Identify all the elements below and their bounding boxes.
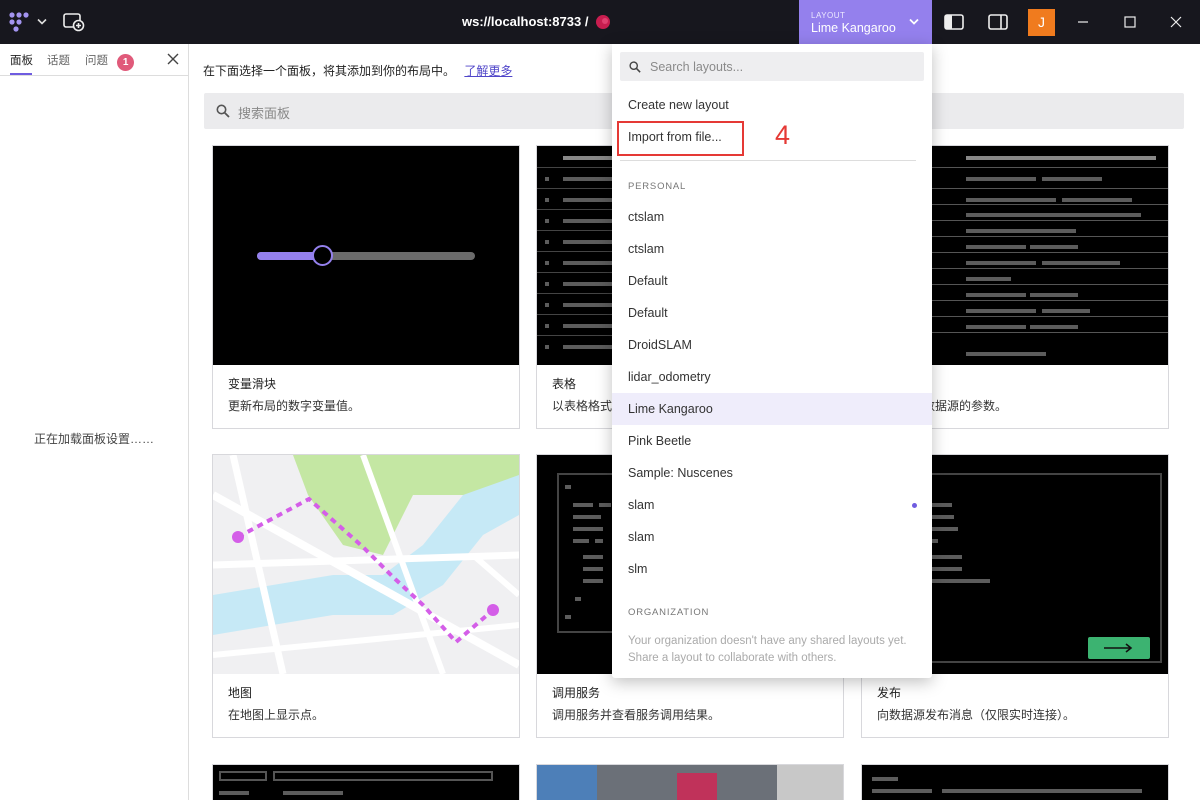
layout-label: LAYOUT <box>811 11 846 20</box>
card-thumbnail <box>213 455 519 674</box>
layout-item[interactable]: slam <box>612 521 932 553</box>
sidebar-tab-label: 面板 <box>10 55 33 67</box>
connection-url[interactable]: ws://localhost:8733 / <box>462 14 588 29</box>
menu-divider <box>620 160 916 161</box>
sidebar-tab-panels[interactable]: 面板 <box>10 52 33 75</box>
card-description: 以表格格式 <box>552 399 613 413</box>
sidebar-tab-label: 问题 <box>85 55 108 67</box>
layout-name: Lime Kangaroo <box>811 21 896 35</box>
recording-status-icon <box>596 15 610 29</box>
layout-item[interactable]: Default <box>612 265 932 297</box>
layout-item-label: slam <box>628 498 655 512</box>
panel-card-row3-3[interactable] <box>861 764 1169 800</box>
card-thumbnail <box>213 765 519 800</box>
organization-empty-message: Your organization doesn't have any share… <box>628 635 907 664</box>
card-description: 向数据源发布消息（仅限实时连接）。 <box>877 708 1076 722</box>
arrow-right-icon <box>1104 643 1133 653</box>
card-title: 变量滑块 <box>228 377 277 391</box>
open-connection-button[interactable] <box>63 12 85 32</box>
learn-more-link[interactable]: 了解更多 <box>464 64 512 78</box>
app-menu-button[interactable] <box>6 10 50 34</box>
layout-item[interactable]: ctslam <box>612 201 932 233</box>
intro-text: 在下面选择一个面板，将其添加到你的布局中。 <box>203 64 456 78</box>
right-sidebar-toggle-icon[interactable] <box>988 14 1008 30</box>
sidebar-tab-problems[interactable]: 问题 1 <box>85 52 135 71</box>
add-window-icon <box>63 13 85 32</box>
search-icon <box>629 61 641 73</box>
sidebar-tab-topics[interactable]: 话题 <box>47 52 70 68</box>
chevron-down-icon <box>37 18 47 25</box>
layout-item[interactable]: Default <box>612 297 932 329</box>
layout-item[interactable]: Sample: Nuscenes <box>612 457 932 489</box>
layout-item[interactable]: ctslam <box>612 233 932 265</box>
card-thumbnail <box>213 146 519 365</box>
card-title: 调用服务 <box>552 686 601 700</box>
app-logo-icon <box>9 12 29 32</box>
layout-dropdown-menu: Search layouts... Create new layout Impo… <box>612 44 932 678</box>
unsaved-changes-dot <box>912 503 917 508</box>
intro-line: 在下面选择一个面板，将其添加到你的布局中。 了解更多 <box>203 62 512 79</box>
layout-item[interactable]: slam <box>612 489 932 521</box>
loading-message: 正在加载面板设置…… <box>33 432 154 446</box>
search-input-placeholder: 搜索面板 <box>238 106 291 121</box>
slider-knob <box>312 245 333 266</box>
personal-section-header: PERSONAL <box>628 181 687 192</box>
card-thumbnail <box>862 765 1168 800</box>
chevron-down-icon <box>909 18 919 25</box>
layout-search-placeholder: Search layouts... <box>650 60 744 74</box>
layout-item-selected[interactable]: Lime Kangaroo <box>612 393 932 425</box>
panel-card-map[interactable]: 地图 在地图上显示点。 <box>212 454 520 738</box>
card-description: 调用服务并查看服务调用结果。 <box>552 708 721 722</box>
close-window-icon[interactable] <box>1170 16 1182 28</box>
card-title: 发布 <box>877 686 902 700</box>
create-new-layout-item[interactable]: Create new layout <box>612 89 932 121</box>
card-title: 地图 <box>228 686 253 700</box>
card-description: 更新布局的数字变量值。 <box>228 399 361 413</box>
layout-search-field[interactable]: Search layouts... <box>620 52 924 81</box>
map-illustration <box>213 455 519 674</box>
card-title: 表格 <box>552 377 577 391</box>
layout-item[interactable]: Pink Beetle <box>612 425 932 457</box>
close-icon[interactable] <box>167 53 179 65</box>
minimize-icon[interactable] <box>1077 16 1089 28</box>
panel-card-row3-1[interactable] <box>212 764 520 800</box>
card-description: 数据源的参数。 <box>923 399 1008 413</box>
layout-item[interactable]: slm <box>612 553 932 585</box>
user-avatar[interactable]: J <box>1028 9 1055 36</box>
left-sidebar: 面板 话题 问题 1 正在加载面板设置…… <box>0 44 189 800</box>
left-sidebar-toggle-icon[interactable] <box>944 14 964 30</box>
card-thumbnail <box>537 765 843 800</box>
sidebar-tabs-divider <box>0 75 188 76</box>
card-description: 在地图上显示点。 <box>228 708 325 722</box>
layout-item[interactable]: lidar_odometry <box>612 361 932 393</box>
title-bar: ws://localhost:8733 / LAYOUT Lime Kangar… <box>0 0 1200 44</box>
publish-button-illustration <box>1088 637 1150 659</box>
layout-selector[interactable]: LAYOUT Lime Kangaroo <box>799 0 932 44</box>
search-icon <box>216 104 230 118</box>
avatar-initial: J <box>1038 14 1045 30</box>
import-highlight-box <box>617 121 744 156</box>
maximize-icon[interactable] <box>1124 16 1136 28</box>
problems-badge: 1 <box>117 54 135 71</box>
organization-section-header: ORGANIZATION <box>628 607 710 618</box>
layout-item[interactable]: DroidSLAM <box>612 329 932 361</box>
panel-card-row3-2[interactable] <box>536 764 844 800</box>
step-annotation: 4 <box>775 120 791 150</box>
panel-card-variable-slider[interactable]: 变量滑块 更新布局的数字变量值。 <box>212 145 520 429</box>
